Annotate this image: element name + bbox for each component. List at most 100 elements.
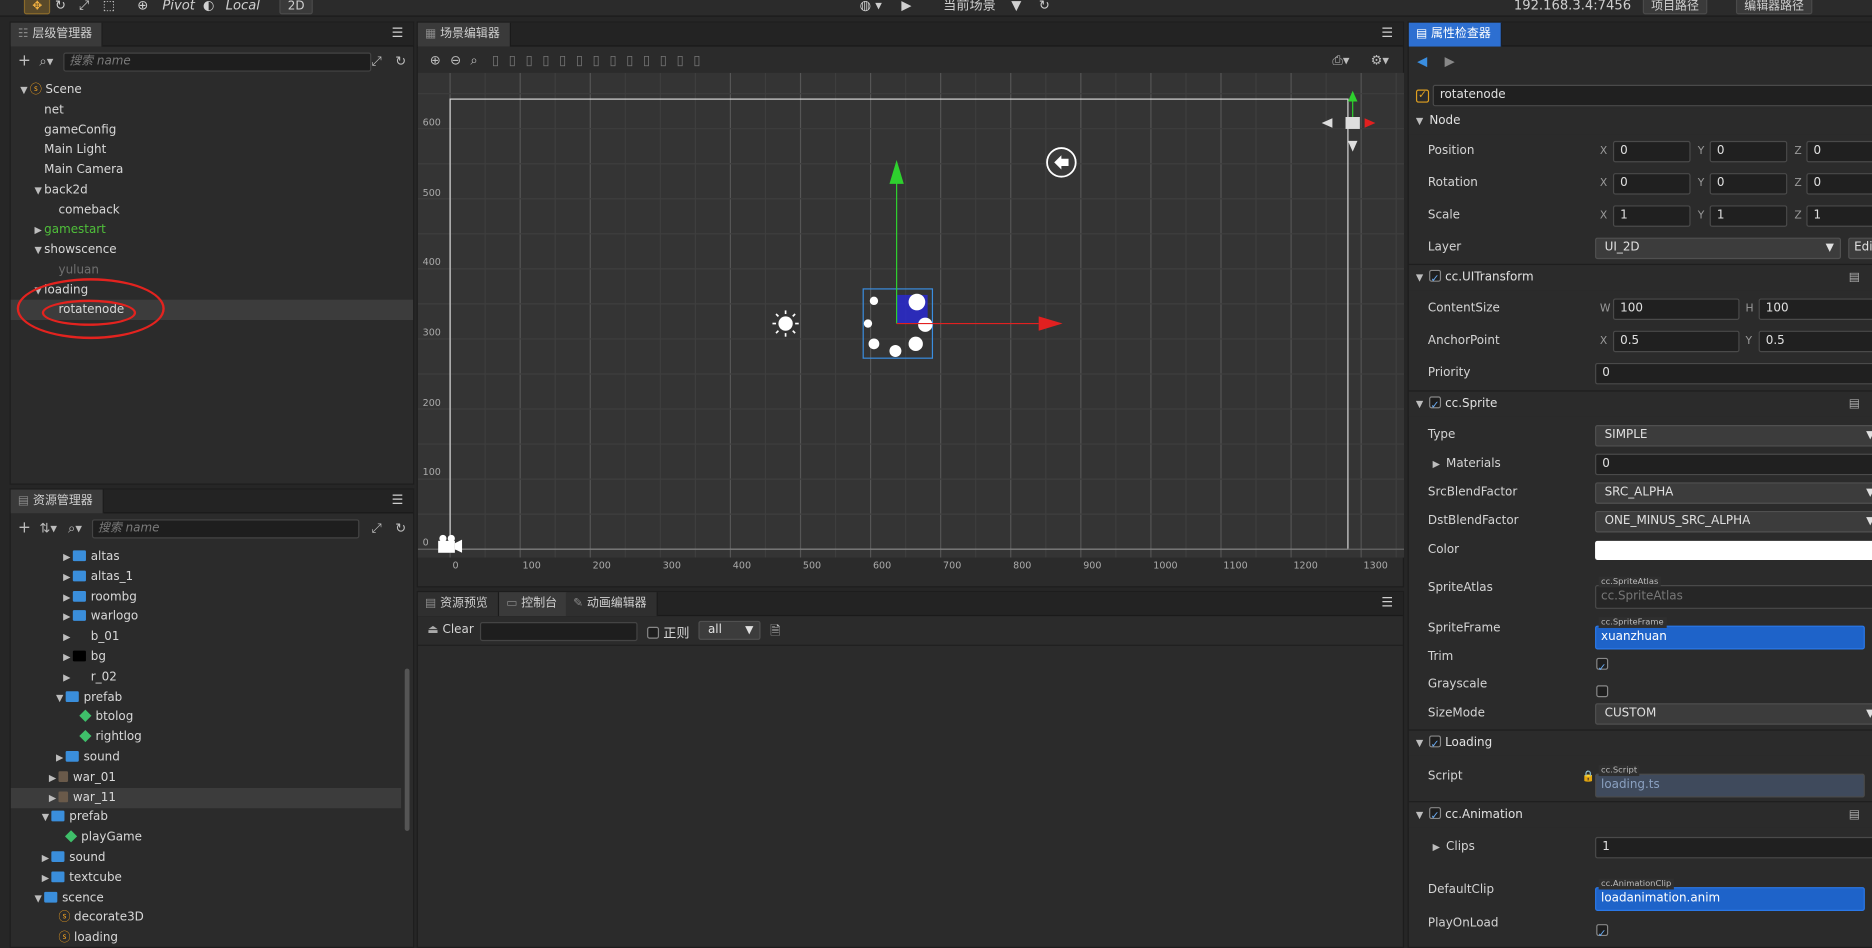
expand-toggle-icon[interactable]: ▶ [39, 868, 51, 888]
asset-item[interactable]: ▶ sound [11, 747, 401, 767]
asset-item[interactable]: ⓢ decorate3D [11, 908, 401, 928]
width-input[interactable]: 100 [1612, 298, 1740, 320]
color-swatch[interactable] [1595, 540, 1872, 560]
asset-item[interactable]: ▶ war_11 [10, 787, 402, 808]
expand-toggle-icon[interactable]: ▶ [54, 747, 66, 767]
regex-toggle[interactable]: 正则 [647, 623, 689, 642]
asset-item[interactable]: ▶ bg [11, 647, 401, 667]
log-level-select[interactable]: all ▼ [698, 620, 761, 640]
scale-z-input[interactable]: 1 [1806, 205, 1872, 227]
scene-viewport[interactable]: 600 500 400 300 200 100 0 0 100 200 300 400 500 600 7… [417, 72, 1405, 571]
log-file-icon[interactable]: 🗎 [770, 624, 781, 638]
tab-scene-editor[interactable]: ▦ 场景编辑器 [417, 22, 511, 47]
collapse-icon[interactable]: ▼ [1414, 392, 1426, 418]
scene-select[interactable]: 当前场景 [943, 0, 996, 14]
assets-search-input[interactable]: 搜索 name [91, 519, 360, 539]
expand-toggle-icon[interactable]: ▶ [47, 767, 59, 787]
node-section-header[interactable]: ▼ Node [1408, 108, 1872, 135]
expand-toggle-icon[interactable]: ▶ [61, 567, 73, 587]
mode-2d-button[interactable]: 2D [279, 0, 313, 15]
dst-blend-select[interactable]: ONE_MINUS_SRC_ALPHA▼ [1595, 510, 1872, 533]
zoom-reset-icon[interactable]: ⌕ [470, 53, 477, 68]
sizemode-select[interactable]: CUSTOM▼ [1595, 703, 1872, 725]
scene-select-caret-icon[interactable]: ▼ [1011, 0, 1021, 14]
hierarchy-node[interactable]: gameConfig [11, 120, 413, 140]
play-button[interactable]: ▶ [901, 0, 911, 14]
hierarchy-node[interactable]: ▶ gamestart [11, 220, 413, 240]
asset-item[interactable]: playGame [11, 828, 401, 848]
expand-toggle-icon[interactable]: ▶ [47, 787, 59, 807]
expand-toggle-icon[interactable]: ▶ [39, 848, 51, 868]
asset-item[interactable]: ▼ scence [11, 888, 401, 908]
asset-item[interactable]: ▶ warlogo [11, 607, 401, 627]
expand-toggle-icon[interactable]: ▼ [32, 180, 44, 200]
hierarchy-node[interactable]: net [11, 100, 413, 120]
expand-toggle-icon[interactable]: ▶ [32, 220, 44, 240]
sprite-atlas-field[interactable]: cc.SpriteAtlas cc.SpriteAtlas [1595, 576, 1872, 609]
src-blend-select[interactable]: SRC_ALPHA▼ [1595, 482, 1872, 504]
menu-icon[interactable]: ☰ [1381, 26, 1395, 40]
expand-toggle-icon[interactable]: ▼ [32, 240, 44, 260]
clips-expander[interactable]: ▶ Clips [1430, 833, 1475, 862]
position-x-input[interactable]: 0 [1612, 140, 1691, 163]
trim-checkbox[interactable] [1596, 654, 1609, 683]
local-toggle[interactable]: Local [226, 0, 260, 14]
sort-icon[interactable]: ⇅▾ [39, 521, 57, 536]
menu-icon[interactable]: ☰ [392, 26, 406, 40]
rotation-x-input[interactable]: 0 [1612, 173, 1691, 195]
hierarchy-node[interactable]: ▼ showscence [11, 240, 413, 260]
align-icons[interactable]: ▯▯▯▯▯▯▯▯▯▯▯▯▯ [492, 53, 710, 68]
rect-tool-icon[interactable]: ⬚ [103, 0, 115, 14]
position-y-input[interactable]: 0 [1709, 140, 1788, 163]
materials-expander[interactable]: ▶ Materials [1430, 450, 1501, 479]
assets-scrollbar[interactable] [404, 668, 410, 831]
expand-toggle-icon[interactable]: ▶ [61, 607, 73, 627]
doc-icon[interactable]: ▤ [1849, 265, 1860, 291]
sprite-checkbox[interactable] [1429, 393, 1442, 419]
refresh-icon[interactable]: ↻ [1039, 0, 1050, 14]
sprite-header[interactable]: ▼ cc.Sprite ▤ [1408, 390, 1872, 419]
asset-item[interactable]: rightlog [11, 727, 401, 747]
expand-icon[interactable]: ▶ [1430, 833, 1442, 862]
asset-item[interactable]: ▶ r_02 [11, 667, 401, 687]
collapse-icon[interactable]: ▼ [1414, 109, 1426, 135]
light-icon[interactable] [772, 310, 799, 337]
console-filter-input[interactable] [479, 622, 638, 642]
rotatenode-gizmo[interactable] [862, 159, 1063, 359]
project-path-button[interactable]: 项目路径 [1642, 0, 1708, 15]
scale-x-input[interactable]: 1 [1612, 205, 1691, 227]
expand-toggle-icon[interactable]: ▼ [39, 808, 51, 828]
tab-animation-editor[interactable]: ✎ 动画编辑器 [565, 592, 658, 617]
default-clip-field[interactable]: cc.AnimationClip loadanimation.anim [1595, 878, 1865, 911]
asset-item[interactable]: ▶ altas_1 [11, 567, 401, 587]
loading-header[interactable]: ▼ Loading [1408, 729, 1872, 758]
asset-item[interactable]: ▶ roombg [11, 587, 401, 607]
hierarchy-node[interactable]: ▼ back2d [11, 180, 413, 200]
camera-settings-icon[interactable]: ⎙▾ [1332, 53, 1349, 68]
type-select[interactable]: SIMPLE▼ [1595, 425, 1872, 447]
expand-toggle-icon[interactable]: ▼ [32, 888, 44, 908]
uitransform-header[interactable]: ▼ cc.UITransform ▤ [1408, 263, 1872, 293]
zoom-out-icon[interactable]: ⊖ [450, 53, 461, 68]
search-icon[interactable]: ⌕▾ [68, 521, 82, 536]
globe-icon[interactable]: ◍ ▾ [860, 0, 882, 14]
priority-input[interactable]: 0 [1595, 362, 1872, 385]
back-icon[interactable]: ◀ [1417, 54, 1427, 69]
gear-icon[interactable]: ⚙▾ [1371, 53, 1389, 68]
scale-tool-icon[interactable]: ⤢ [79, 0, 90, 14]
scale-y-input[interactable]: 1 [1709, 205, 1788, 227]
hierarchy-node[interactable]: Main Camera [11, 160, 413, 180]
expand-toggle-icon[interactable]: ▶ [61, 667, 73, 687]
expand-toggle-icon[interactable]: ▶ [61, 647, 73, 667]
asset-item[interactable]: ▶ war_01 [11, 767, 401, 787]
add-icon[interactable]: + [18, 54, 31, 70]
asset-item[interactable]: ▼ prefab [11, 687, 401, 707]
position-z-input[interactable]: 0 [1806, 140, 1872, 163]
collapse-icon[interactable]: ▼ [1414, 802, 1426, 828]
clips-input[interactable]: 1 [1595, 836, 1872, 859]
layer-edit-button[interactable]: Edit [1848, 237, 1872, 260]
asset-item[interactable]: ▶ b_01 [11, 627, 401, 647]
asset-item[interactable]: ▶ textcube [11, 868, 401, 888]
expand-toggle-icon[interactable]: ▶ [61, 547, 73, 567]
loading-checkbox[interactable] [1429, 732, 1442, 758]
